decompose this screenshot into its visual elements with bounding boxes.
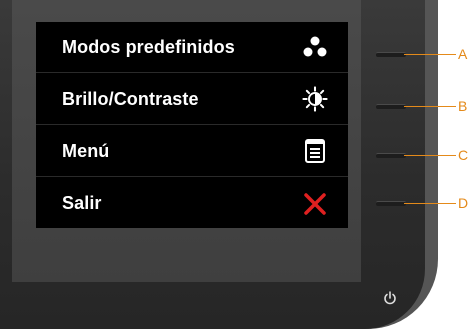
hardware-button-d[interactable] xyxy=(376,201,406,206)
osd-item-label: Salir xyxy=(62,193,102,213)
osd-item-label: Brillo/Contraste xyxy=(62,88,199,109)
three-dots-icon xyxy=(302,34,328,60)
osd-item-menu[interactable]: Menú xyxy=(36,126,348,177)
callout-label-b: B xyxy=(458,98,468,114)
hardware-button-a[interactable] xyxy=(376,52,406,57)
close-icon xyxy=(302,191,328,217)
callout-label-a: A xyxy=(458,46,468,62)
callout-line-b xyxy=(404,106,456,107)
osd-item-label: Modos predefinidos xyxy=(62,36,235,57)
osd-item-brightness-contrast[interactable]: Brillo/Contraste xyxy=(36,74,348,125)
hardware-button-b[interactable] xyxy=(376,104,406,109)
callout-line-d xyxy=(404,203,456,204)
callout-line-a xyxy=(404,54,456,55)
hardware-button-c[interactable] xyxy=(376,153,406,158)
callout-line-c xyxy=(404,155,456,156)
callout-label-d: D xyxy=(458,195,469,211)
osd-item-label: Menú xyxy=(62,140,110,161)
osd-menu: Modos predefinidos Brillo/Contraste Menú… xyxy=(36,22,348,228)
callout-label-c: C xyxy=(458,147,469,163)
power-icon xyxy=(384,291,396,305)
osd-item-exit[interactable]: Salir xyxy=(36,178,348,229)
power-button[interactable] xyxy=(377,285,403,311)
menu-icon xyxy=(302,138,328,164)
osd-item-preset-modes[interactable]: Modos predefinidos xyxy=(36,22,348,73)
brightness-contrast-icon xyxy=(302,86,328,112)
